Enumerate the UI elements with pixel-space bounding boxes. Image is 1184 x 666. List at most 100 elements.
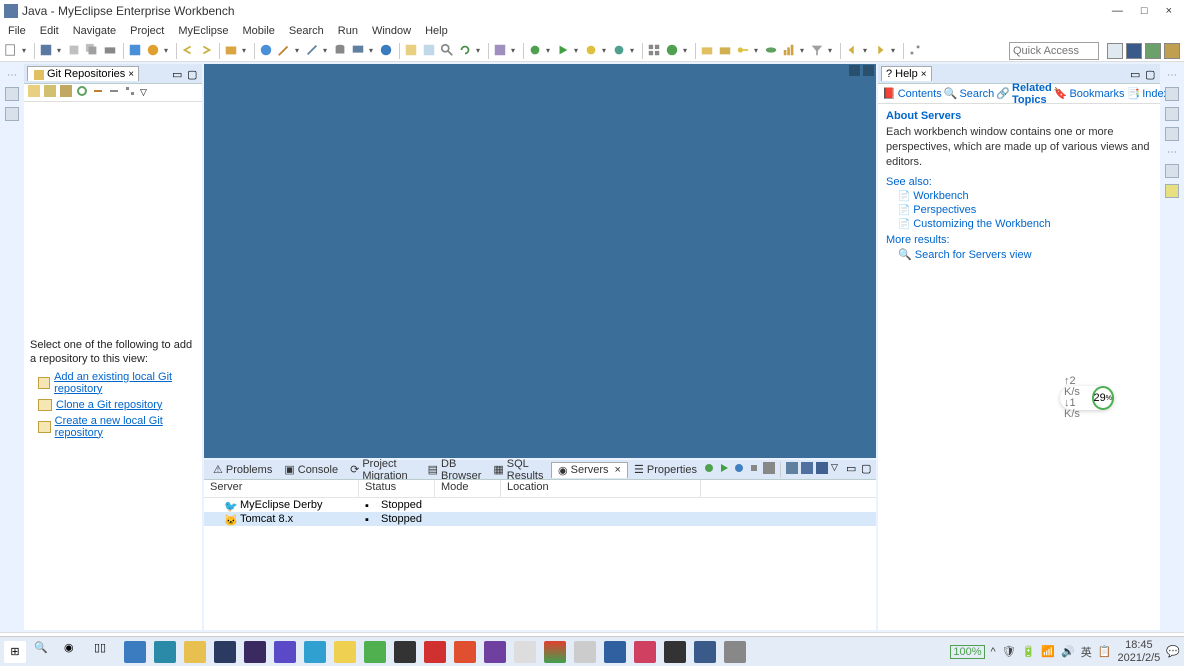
- server-profile-icon[interactable]: [733, 462, 745, 474]
- java-perspective-icon[interactable]: [1126, 43, 1142, 59]
- tray-chevron-icon[interactable]: ^: [991, 646, 996, 658]
- add-existing-repo-link[interactable]: Add an existing local Git repository: [38, 371, 196, 395]
- menu-window[interactable]: Window: [372, 25, 411, 37]
- editor-max-icon[interactable]: [863, 65, 874, 76]
- myeclipse-taskbar-icon[interactable]: [694, 641, 716, 663]
- col-server[interactable]: Server: [204, 480, 359, 497]
- save-icon[interactable]: [39, 43, 55, 59]
- app-icon[interactable]: [274, 641, 296, 663]
- refresh-repo-icon[interactable]: [76, 85, 88, 100]
- tray-icon[interactable]: 🔊: [1061, 645, 1075, 658]
- editor-min-icon[interactable]: [849, 65, 860, 76]
- col-mode[interactable]: Mode: [435, 480, 501, 497]
- help-search-link[interactable]: 🔍 Search for Servers view: [898, 248, 1152, 261]
- create-repo-link[interactable]: Create a new local Git repository: [38, 415, 196, 439]
- saveall-icon[interactable]: [85, 43, 101, 59]
- view-menu-icon[interactable]: ▽: [831, 462, 843, 474]
- open-task-icon[interactable]: [422, 43, 438, 59]
- menu-run[interactable]: Run: [338, 25, 358, 37]
- server-browse-icon[interactable]: [816, 462, 828, 474]
- search-icon[interactable]: [440, 43, 456, 59]
- server-row[interactable]: 🐦MyEclipse Derby ▪Stopped: [204, 498, 876, 512]
- trim-icon[interactable]: [1165, 87, 1179, 101]
- package-icon[interactable]: [224, 43, 240, 59]
- run-last-icon[interactable]: [493, 43, 509, 59]
- app-icon[interactable]: [664, 641, 686, 663]
- battery-icon[interactable]: 100%: [950, 645, 984, 659]
- help-related[interactable]: 🔗Related Topics: [996, 82, 1051, 106]
- tab-migration[interactable]: ⟳Project Migration: [344, 457, 422, 483]
- quick-access-input[interactable]: [1009, 42, 1099, 60]
- help-contents[interactable]: 📕Contents: [882, 87, 942, 100]
- col-status[interactable]: Status: [359, 480, 435, 497]
- server-debug-icon[interactable]: [703, 462, 715, 474]
- tab-sql-results[interactable]: ▦SQL Results: [487, 457, 551, 483]
- start-button[interactable]: ⊞: [4, 641, 26, 663]
- qq-icon[interactable]: [394, 641, 416, 663]
- app-icon[interactable]: [514, 641, 536, 663]
- quick-access[interactable]: [1009, 42, 1099, 60]
- debug-perspective-icon[interactable]: [1145, 43, 1161, 59]
- tab-console[interactable]: ▣Console: [278, 462, 344, 477]
- help-link-workbench[interactable]: Workbench: [898, 190, 1152, 202]
- link-icon[interactable]: [92, 85, 104, 100]
- notification-icon[interactable]: 💬: [1166, 645, 1180, 658]
- menu-help[interactable]: Help: [425, 25, 448, 37]
- trim-icon[interactable]: [1165, 127, 1179, 141]
- tab-db-browser[interactable]: ▤DB Browser: [422, 457, 488, 483]
- save-all-icon[interactable]: [67, 43, 83, 59]
- collapse-icon[interactable]: [108, 85, 120, 100]
- maximize-view-icon[interactable]: ▢: [861, 462, 873, 474]
- new-icon[interactable]: [4, 43, 20, 59]
- app-icon[interactable]: [484, 641, 506, 663]
- world-icon[interactable]: [379, 43, 395, 59]
- menu-myeclipse[interactable]: MyEclipse: [178, 25, 228, 37]
- close-tab-icon[interactable]: ×: [921, 69, 927, 80]
- tray-icon[interactable]: 📋: [1098, 645, 1112, 658]
- clone-icon[interactable]: [44, 85, 56, 100]
- col-location[interactable]: Location: [501, 480, 701, 497]
- fwd-icon[interactable]: [873, 43, 889, 59]
- minimize-view-icon[interactable]: ▭: [1130, 68, 1142, 80]
- trim-icon[interactable]: [5, 107, 19, 121]
- app-icon[interactable]: [304, 641, 326, 663]
- grid-icon[interactable]: [647, 43, 663, 59]
- pin-icon[interactable]: [908, 43, 924, 59]
- help-link-perspectives[interactable]: Perspectives: [898, 204, 1152, 216]
- tab-properties[interactable]: ☰Properties: [628, 462, 703, 477]
- key-icon[interactable]: [736, 43, 752, 59]
- server-run-icon[interactable]: [718, 462, 730, 474]
- new-proj-icon[interactable]: [665, 43, 681, 59]
- git-repositories-tab[interactable]: Git Repositories ×: [27, 66, 139, 81]
- run-icon[interactable]: [556, 43, 572, 59]
- maximize-view-icon[interactable]: ▢: [187, 68, 199, 80]
- build-icon[interactable]: [128, 43, 144, 59]
- back-icon[interactable]: [845, 43, 861, 59]
- close-tab-icon[interactable]: ×: [615, 464, 621, 476]
- add-repo-icon[interactable]: [28, 85, 40, 100]
- help-search[interactable]: 🔍Search: [944, 87, 995, 100]
- tray-icon[interactable]: 📶: [1041, 645, 1055, 658]
- cortana-icon[interactable]: ◉: [64, 641, 86, 663]
- server-publish-icon[interactable]: [763, 462, 775, 474]
- network-meter-widget[interactable]: ↑2 K/s ↓1 K/s 29%: [1060, 386, 1114, 410]
- eye-icon[interactable]: [764, 43, 780, 59]
- filter-icon[interactable]: [810, 43, 826, 59]
- server-row[interactable]: 🐱Tomcat 8.x ▪Stopped: [204, 512, 876, 526]
- clone-repo-link[interactable]: Clone a Git repository: [38, 399, 196, 411]
- chrome-icon[interactable]: [544, 641, 566, 663]
- explorer-icon[interactable]: [184, 641, 206, 663]
- menu-mobile[interactable]: Mobile: [243, 25, 275, 37]
- open-type-icon[interactable]: [404, 43, 420, 59]
- premiere-icon[interactable]: [244, 641, 266, 663]
- mail-icon[interactable]: [124, 641, 146, 663]
- edge-icon[interactable]: [154, 641, 176, 663]
- print-icon[interactable]: [103, 43, 119, 59]
- git-perspective-icon[interactable]: [1164, 43, 1180, 59]
- maximize-view-icon[interactable]: ▢: [1145, 68, 1157, 80]
- app-icon[interactable]: [724, 641, 746, 663]
- redo-icon[interactable]: [199, 43, 215, 59]
- wechat-icon[interactable]: [364, 641, 386, 663]
- tab-problems[interactable]: ⚠Problems: [207, 462, 278, 477]
- create-repo-icon[interactable]: [60, 85, 72, 100]
